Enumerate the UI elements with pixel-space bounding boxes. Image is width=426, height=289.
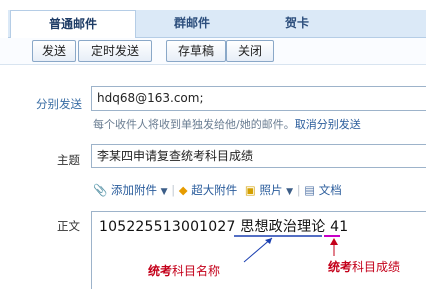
score-annotation-bold: 统考 [328, 260, 353, 274]
subject-name-annotation-bold: 统考 [148, 264, 173, 278]
subject-name-annotation-rest: 科目名称 [172, 264, 221, 278]
annotation-overlay [234, 235, 340, 263]
score-pointer-arrowhead [330, 238, 338, 245]
subject-name-annotation: 统考科目名称 [148, 262, 220, 279]
score-annotation-rest: 科目成绩 [352, 260, 401, 274]
score-annotation: 统考科目成绩 [328, 258, 400, 275]
